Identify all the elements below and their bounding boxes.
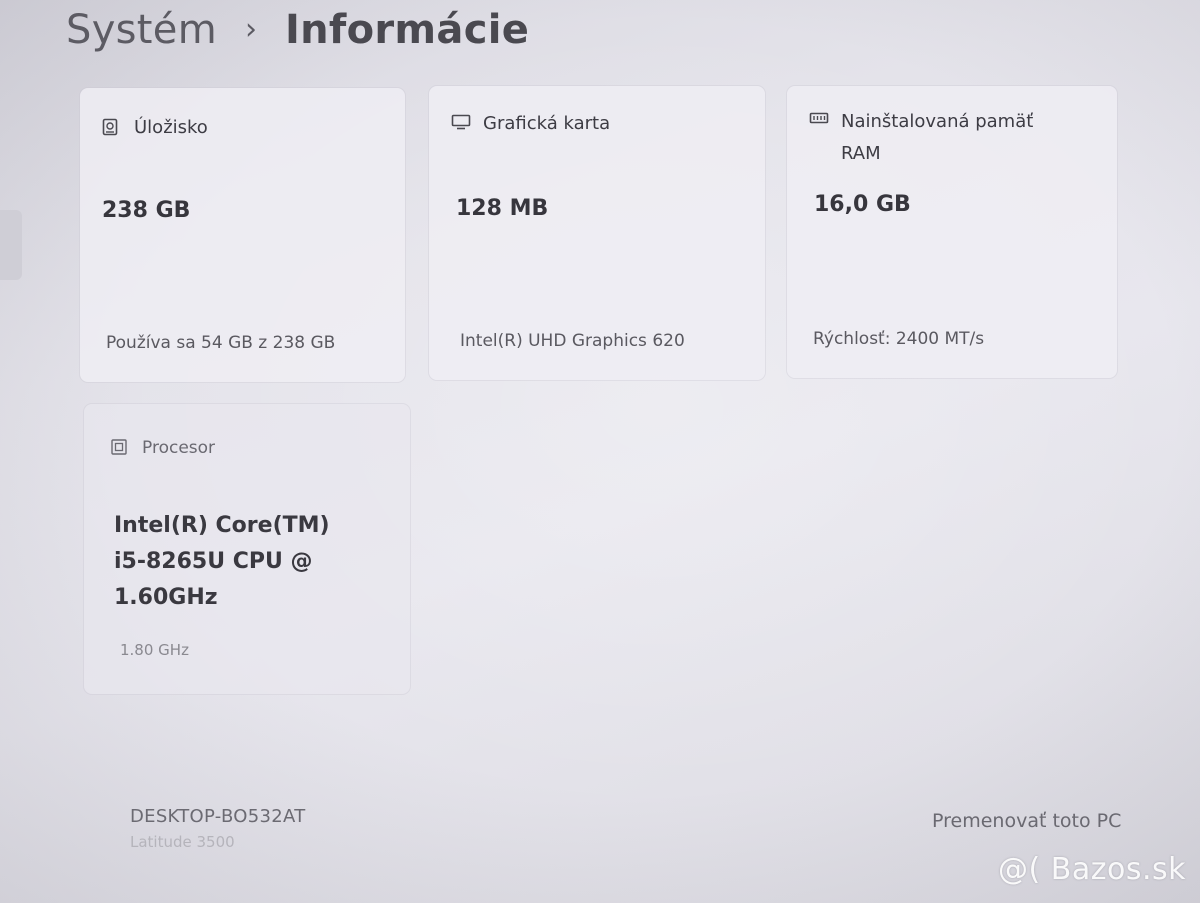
ram-title: Nainštalovaná pamäť RAM [841, 111, 1034, 164]
device-model: Latitude 3500 [130, 833, 235, 851]
display-icon [451, 114, 471, 130]
ram-card-header: Nainštalovaná pamäť RAM [809, 111, 1061, 170]
storage-usage: Používa sa 54 GB z 238 GB [106, 333, 336, 353]
processor-title: Procesor [142, 438, 216, 458]
ram-value: 16,0 GB [814, 192, 911, 217]
ram-card: Nainštalovaná pamäť RAM 16,0 GB Rýchlosť… [787, 86, 1117, 378]
graphics-card-header: Grafická karta [451, 113, 610, 140]
bazos-watermark: @( Bazos.sk [998, 852, 1186, 887]
graphics-value: 128 MB [456, 196, 549, 221]
rename-pc-button[interactable]: Premenovať toto PC [932, 810, 1121, 832]
breadcrumb: Systém › Informácie [66, 2, 529, 58]
device-name: DESKTOP-BO532AT [130, 806, 306, 827]
storage-title: Úložisko [134, 117, 208, 138]
storage-card: Úložisko 238 GB Používa sa 54 GB z 238 G… [80, 88, 405, 382]
processor-card: Procesor Intel(R) Core(TM) i5-8265U CPU … [84, 404, 410, 694]
graphics-title: Grafická karta [483, 113, 611, 134]
processor-icon [110, 438, 128, 455]
page-title: Informácie [284, 7, 530, 53]
graphics-card: Grafická karta 128 MB Intel(R) UHD Graph… [429, 86, 765, 380]
graphics-adapter: Intel(R) UHD Graphics 620 [460, 331, 685, 351]
sidebar-edge [0, 210, 22, 280]
storage-value: 238 GB [102, 198, 191, 223]
processor-speed: 1.80 GHz [120, 641, 189, 659]
storage-icon [102, 118, 120, 136]
breadcrumb-separator: › [244, 11, 257, 47]
storage-card-header: Úložisko [102, 117, 208, 144]
ram-speed: Rýchlosť: 2400 MT/s [813, 329, 985, 349]
memory-icon [809, 112, 829, 128]
processor-card-header: Procesor [110, 438, 215, 464]
processor-value: Intel(R) Core(TM) i5-8265U CPU @ 1.60GHz [114, 513, 330, 610]
breadcrumb-system[interactable]: Systém [66, 7, 217, 53]
